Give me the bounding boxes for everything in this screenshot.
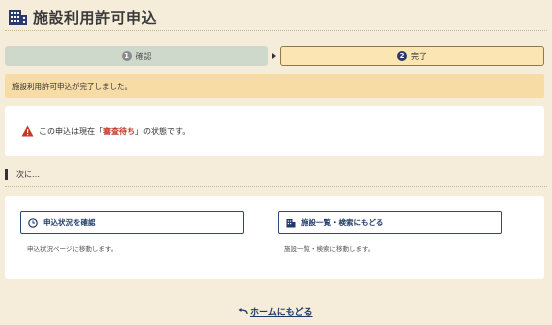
check-application-status-button[interactable]: 申込状況を確認 <box>20 211 244 234</box>
status-value: 審査待ち <box>103 126 135 136</box>
completion-message: 施設利用許可申込が完了しました。 <box>12 81 132 91</box>
building-icon <box>286 218 296 227</box>
title-divider <box>5 30 547 31</box>
action-description: 施設一覧・検索に移動します。 <box>284 245 375 253</box>
next-actions-card: 申込状況を確認 申込状況ページに移動します。 施設一覧・検索にもどる 施設一覧・… <box>5 196 544 279</box>
warning-icon <box>21 125 34 137</box>
button-label: 申込状況を確認 <box>43 218 96 227</box>
back-to-facility-list-button[interactable]: 施設一覧・検索にもどる <box>278 211 502 234</box>
page-header: 施設利用許可申込 <box>8 6 157 28</box>
page-title: 施設利用許可申込 <box>33 8 158 27</box>
status-suffix: 」の状態です。 <box>135 126 191 136</box>
action-description: 申込状況ページに移動します。 <box>27 245 118 253</box>
button-label: 施設一覧・検索にもどる <box>301 218 384 227</box>
step-label: 完了 <box>411 51 427 61</box>
next-divider <box>5 186 547 187</box>
step-label: 確認 <box>135 51 152 61</box>
completion-banner: 施設利用許可申込が完了しました。 <box>5 74 544 98</box>
clock-icon <box>28 217 38 228</box>
heading-marker <box>5 168 8 180</box>
next-section-heading: 次に… <box>5 168 40 180</box>
step-arrow-icon <box>272 53 276 59</box>
next-heading-text: 次に… <box>16 169 40 179</box>
step-complete: 2 完了 <box>280 46 544 66</box>
home-link[interactable]: ホームにもどる <box>238 305 313 318</box>
step-confirm: 1 確認 <box>5 46 268 66</box>
step-number: 1 <box>121 51 132 61</box>
building-icon <box>9 10 27 25</box>
status-card: この申込は現在「 審査待ち 」の状態です。 <box>5 106 544 156</box>
return-arrow-icon <box>238 307 248 314</box>
home-link-label: ホームにもどる <box>250 308 313 318</box>
step-number: 2 <box>397 51 407 61</box>
step-indicator: 1 確認 2 完了 <box>5 46 544 66</box>
status-prefix: この申込は現在「 <box>39 126 103 136</box>
